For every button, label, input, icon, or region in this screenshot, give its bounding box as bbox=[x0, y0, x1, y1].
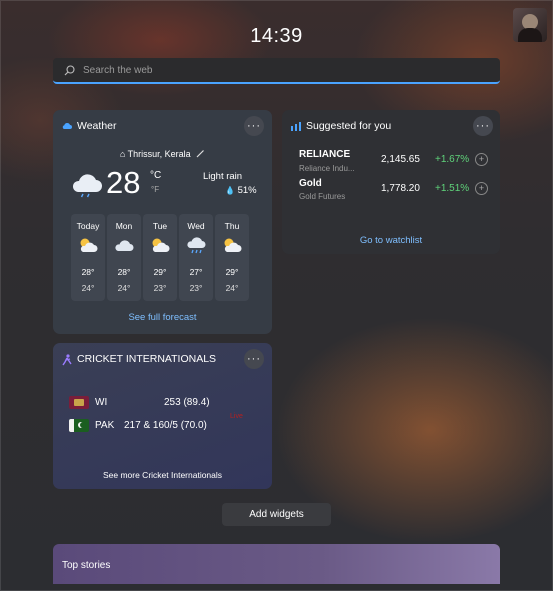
cloudy-icon bbox=[115, 240, 134, 251]
forecast-day-name: Wed bbox=[187, 221, 205, 231]
see-more-cricket-link[interactable]: See more Cricket Internationals bbox=[53, 470, 272, 480]
team-code: WI bbox=[95, 397, 108, 408]
wi-flag-icon bbox=[69, 396, 89, 409]
forecast-day-name: Thu bbox=[224, 221, 240, 231]
forecast-high: 29° bbox=[153, 267, 167, 277]
stock-change: +1.51% bbox=[435, 183, 470, 194]
humidity: 💧 51% bbox=[225, 185, 257, 196]
droplet-icon: 💧 bbox=[225, 186, 235, 195]
top-stories-title: Top stories bbox=[62, 560, 111, 571]
forecast-row: Today 28° 24° Mon 28° 24° Tue 29° 23° We… bbox=[71, 214, 249, 301]
avatar[interactable] bbox=[513, 8, 547, 42]
partly-sunny-icon bbox=[80, 238, 98, 252]
forecast-day-name: Tue bbox=[152, 221, 168, 231]
partly-sunny-icon bbox=[152, 238, 170, 252]
forecast-low: 24° bbox=[81, 283, 95, 293]
watchlist-title: Suggested for you bbox=[306, 120, 392, 132]
stock-subtitle: Reliance Indu... bbox=[299, 164, 355, 173]
forecast-high: 28° bbox=[81, 267, 95, 277]
partly-sunny-icon bbox=[224, 238, 242, 252]
edit-icon[interactable] bbox=[196, 149, 205, 158]
search-input[interactable] bbox=[81, 63, 465, 77]
forecast-day[interactable]: Wed 27° 23° bbox=[179, 214, 213, 301]
stock-value: 2,145.65 bbox=[381, 154, 420, 165]
stock-name: RELIANCE bbox=[299, 149, 351, 160]
add-to-watchlist-icon[interactable]: + bbox=[475, 182, 488, 195]
current-temperature: 28 bbox=[106, 165, 141, 200]
watchlist-more-button[interactable]: ··· bbox=[473, 116, 493, 136]
weather-title: Weather bbox=[77, 120, 117, 132]
forecast-low: 24° bbox=[117, 283, 131, 293]
forecast-high: 28° bbox=[117, 267, 131, 277]
forecast-day[interactable]: Mon 28° 24° bbox=[107, 214, 141, 301]
forecast-day[interactable]: Thu 29° 24° bbox=[215, 214, 249, 301]
live-badge: Live bbox=[230, 413, 243, 420]
team-code: PAK bbox=[95, 420, 115, 431]
stock-name: Gold bbox=[299, 178, 322, 189]
weather-cloud-icon bbox=[62, 123, 72, 129]
forecast-high: 29° bbox=[225, 267, 239, 277]
celsius-toggle[interactable]: °C bbox=[150, 170, 161, 181]
forecast-low: 23° bbox=[153, 283, 167, 293]
team-score: 253 (89.4) bbox=[164, 397, 210, 408]
location[interactable]: ⌂ Thrissur, Kerala bbox=[53, 149, 272, 159]
search-bar[interactable] bbox=[53, 58, 500, 84]
rain-cloud-icon bbox=[187, 237, 206, 254]
stock-value: 1,778.20 bbox=[381, 183, 420, 194]
add-widgets-button[interactable]: Add widgets bbox=[222, 503, 331, 526]
see-full-forecast-link[interactable]: See full forecast bbox=[53, 312, 272, 323]
weather-more-button[interactable]: ··· bbox=[244, 116, 264, 136]
forecast-low: 23° bbox=[189, 283, 203, 293]
cricket-player-icon bbox=[62, 354, 72, 366]
weather-condition: Light rain bbox=[203, 171, 243, 182]
watchlist-widget[interactable]: Suggested for you ··· RELIANCE Reliance … bbox=[282, 110, 500, 254]
top-stories-section[interactable]: Top stories bbox=[53, 544, 500, 584]
cricket-title: CRICKET INTERNATIONALS bbox=[77, 353, 217, 365]
add-to-watchlist-icon[interactable]: + bbox=[475, 153, 488, 166]
forecast-low: 24° bbox=[225, 283, 239, 293]
clock: 14:39 bbox=[250, 25, 303, 47]
stock-subtitle: Gold Futures bbox=[299, 192, 346, 201]
search-icon bbox=[64, 64, 75, 75]
cricket-widget[interactable]: CRICKET INTERNATIONALS ··· WI 253 (89.4)… bbox=[53, 343, 272, 489]
go-to-watchlist-link[interactable]: Go to watchlist bbox=[282, 235, 500, 246]
pak-flag-icon bbox=[69, 419, 89, 432]
weather-widget[interactable]: Weather ··· ⌂ Thrissur, Kerala 28 °C °F … bbox=[53, 110, 272, 334]
forecast-high: 27° bbox=[189, 267, 203, 277]
forecast-day[interactable]: Today 28° 24° bbox=[71, 214, 105, 301]
stock-change: +1.67% bbox=[435, 154, 470, 165]
humidity-value: 51% bbox=[237, 185, 257, 196]
forecast-day-name: Today bbox=[76, 221, 100, 231]
home-icon: ⌂ bbox=[119, 149, 126, 159]
forecast-day[interactable]: Tue 29° 23° bbox=[143, 214, 177, 301]
stock-chart-icon bbox=[291, 122, 301, 131]
forecast-day-name: Mon bbox=[115, 221, 133, 231]
current-weather-icon bbox=[72, 174, 102, 198]
cricket-more-button[interactable]: ··· bbox=[244, 349, 264, 369]
team-score: 217 & 160/5 (70.0) bbox=[124, 420, 207, 431]
location-label: Thrissur, Kerala bbox=[127, 149, 191, 159]
fahrenheit-toggle[interactable]: °F bbox=[151, 185, 159, 194]
